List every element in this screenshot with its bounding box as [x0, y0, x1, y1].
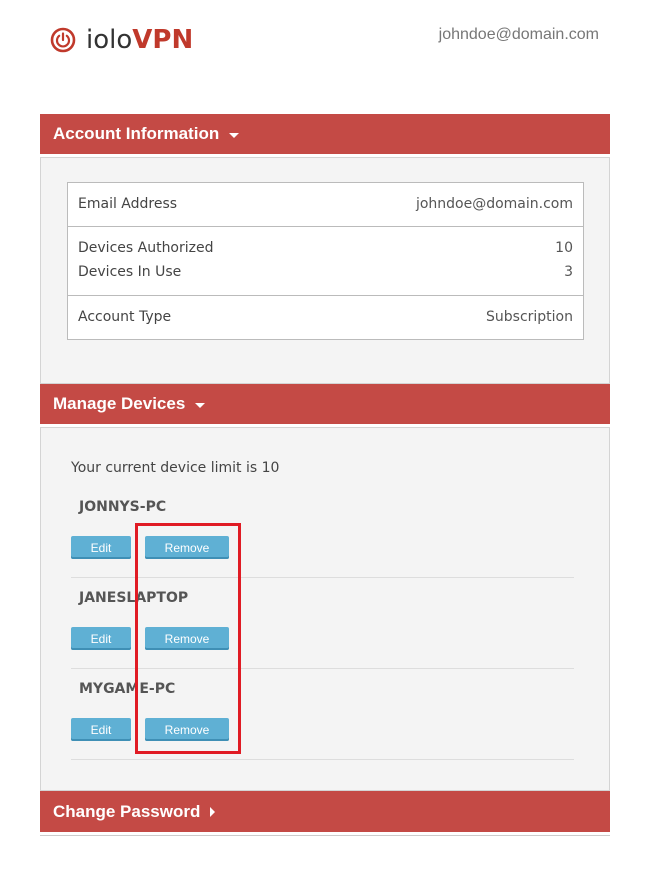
caret-down-icon	[195, 402, 206, 408]
logo-text-iolo: iolo	[86, 25, 133, 55]
account-information-title: Account Information	[53, 124, 220, 143]
info-group-account-type: Account Type Subscription	[68, 296, 583, 339]
account-type-label: Account Type	[78, 309, 172, 325]
info-row-devices-authorized: Devices Authorized 10	[68, 237, 583, 259]
edit-button[interactable]: Edit	[71, 627, 131, 650]
info-group-email: Email Address johndoe@domain.com	[68, 183, 583, 227]
power-icon	[50, 27, 76, 53]
email-label: Email Address	[78, 196, 178, 212]
email-value: johndoe@domain.com	[415, 196, 573, 212]
device-limit-text: Your current device limit is 10	[71, 460, 280, 476]
manage-devices-panel: Your current device limit is 10 JONNYS-P…	[40, 427, 610, 791]
header: ioloVPN johndoe@domain.com	[0, 0, 653, 90]
logo-text: ioloVPN	[86, 26, 193, 54]
logo-text-vpn: VPN	[132, 25, 194, 55]
devices-in-use-value: 3	[564, 264, 573, 280]
info-row-account-type: Account Type Subscription	[68, 306, 583, 328]
edit-button[interactable]: Edit	[71, 536, 131, 559]
account-type-value: Subscription	[486, 309, 573, 325]
manage-devices-header[interactable]: Manage Devices	[40, 384, 610, 424]
change-password-title: Change Password	[53, 801, 201, 821]
account-info-table: Email Address johndoe@domain.com Devices…	[67, 182, 584, 340]
highlight-annotation-box	[135, 523, 241, 754]
manage-devices-title: Manage Devices	[53, 394, 186, 413]
user-email[interactable]: johndoe@domain.com	[439, 26, 599, 44]
devices-in-use-label: Devices In Use	[78, 264, 182, 280]
divider	[40, 835, 610, 836]
edit-button[interactable]: Edit	[71, 718, 131, 741]
caret-right-icon	[210, 807, 216, 817]
change-password-header[interactable]: Change Password	[40, 791, 610, 832]
caret-down-icon	[229, 132, 240, 138]
account-information-header[interactable]: Account Information	[40, 114, 610, 154]
devices-authorized-label: Devices Authorized	[78, 240, 214, 256]
info-row-devices-in-use: Devices In Use 3	[68, 261, 583, 283]
devices-authorized-value: 10	[555, 240, 573, 256]
info-row-email: Email Address johndoe@domain.com	[68, 193, 583, 215]
info-group-devices: Devices Authorized 10 Devices In Use 3	[68, 227, 583, 296]
device-name: JONNYS-PC	[79, 499, 167, 515]
account-information-panel: Email Address johndoe@domain.com Devices…	[40, 157, 610, 384]
logo[interactable]: ioloVPN	[50, 26, 193, 54]
